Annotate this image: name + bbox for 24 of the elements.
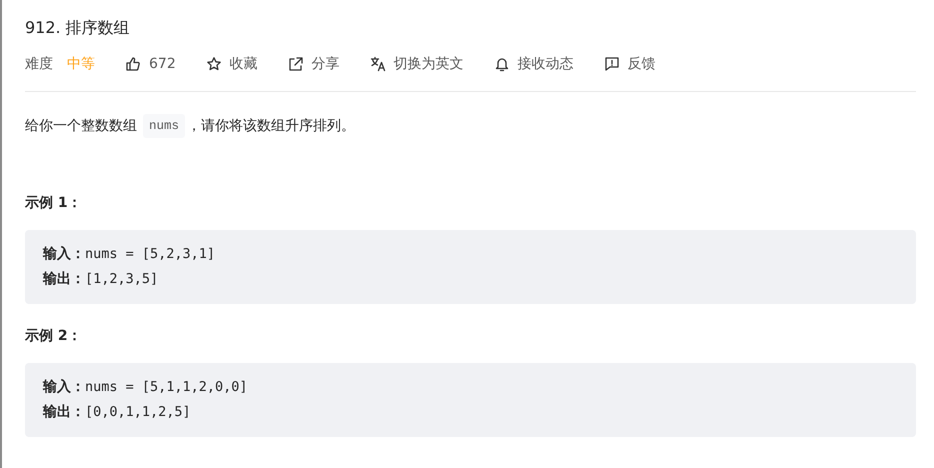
example-line: 输出：[1,2,3,5] bbox=[43, 270, 158, 289]
example-line: 输入：nums = [5,2,3,1] bbox=[43, 245, 216, 264]
example-heading: 示例 1： bbox=[25, 194, 82, 213]
toolbar-link[interactable]: 反馈 bbox=[628, 55, 656, 73]
difficulty-value: 中等 bbox=[67, 55, 95, 73]
toolbar-link[interactable]: 切换为英文 bbox=[394, 55, 464, 73]
description-text: 给你一个整数数组 bbox=[25, 117, 137, 136]
example-line: 输出：[0,0,1,1,2,5] bbox=[43, 403, 191, 422]
toolbar-link[interactable]: 分享 bbox=[312, 55, 340, 73]
problem-title: 912. 排序数组 bbox=[25, 17, 130, 39]
example-line: 输入：nums = [5,1,1,2,0,0] bbox=[43, 378, 248, 397]
feedback-icon[interactable] bbox=[604, 56, 620, 72]
toolbar-link[interactable]: 收藏 bbox=[230, 55, 258, 73]
star-icon[interactable] bbox=[206, 56, 222, 72]
example-heading: 示例 2： bbox=[25, 327, 82, 346]
share-icon[interactable] bbox=[288, 56, 304, 72]
bell-icon[interactable] bbox=[494, 56, 510, 72]
inline-code: nums bbox=[143, 114, 186, 138]
thumbs-up-icon[interactable] bbox=[125, 56, 141, 72]
toolbar-link[interactable]: 672 bbox=[149, 56, 176, 72]
description-text: ，请你将该数组升序排列。 bbox=[187, 117, 356, 136]
difficulty-label: 难度 bbox=[25, 55, 53, 73]
translate-icon[interactable] bbox=[370, 56, 386, 72]
toolbar-link[interactable]: 接收动态 bbox=[518, 55, 574, 73]
